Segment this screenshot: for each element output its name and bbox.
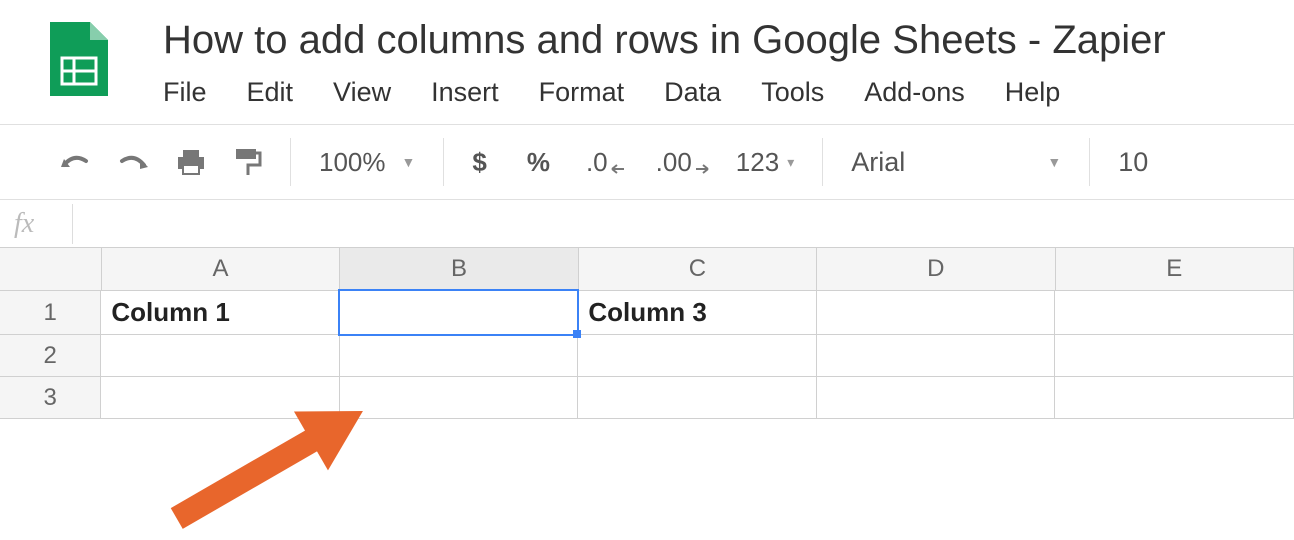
increase-decimal-label: .00 xyxy=(656,147,692,178)
cell-A1[interactable]: Column 1 xyxy=(101,291,340,335)
cell-D3[interactable] xyxy=(817,377,1056,419)
menu-help[interactable]: Help xyxy=(1005,77,1061,108)
font-size-input[interactable]: 10 xyxy=(1118,147,1148,178)
menu-view[interactable]: View xyxy=(333,77,391,108)
cell-B2[interactable] xyxy=(340,335,579,377)
menu-data[interactable]: Data xyxy=(664,77,721,108)
paint-format-button[interactable] xyxy=(234,147,262,177)
spreadsheet-grid: A B C D E 1 Column 1 Column 3 2 3 xyxy=(0,248,1294,419)
font-family-dropdown[interactable]: Arial ▼ xyxy=(851,147,1061,178)
cell-A2[interactable] xyxy=(101,335,340,377)
decrease-decimal-label: .0 xyxy=(586,147,608,178)
row-header-2[interactable]: 2 xyxy=(0,335,101,377)
dropdown-arrow-icon: ▼ xyxy=(1047,154,1061,170)
increase-decimal-button[interactable]: .00 xyxy=(656,147,710,178)
toolbar-separator xyxy=(1089,138,1090,186)
format-currency-button[interactable]: $ xyxy=(472,147,486,178)
menu-bar: File Edit View Insert Format Data Tools … xyxy=(163,77,1294,108)
redo-button[interactable] xyxy=(118,151,148,173)
toolbar-separator xyxy=(290,138,291,186)
format-percent-button[interactable]: % xyxy=(527,147,550,178)
formula-bar: fx xyxy=(0,200,1294,248)
sheets-app-icon[interactable] xyxy=(50,22,108,96)
menu-edit[interactable]: Edit xyxy=(247,77,294,108)
row-header-1[interactable]: 1 xyxy=(0,291,101,335)
cell-D1[interactable] xyxy=(817,291,1056,335)
column-header-B[interactable]: B xyxy=(340,248,578,291)
toolbar: 100% ▼ $ % .0 .00 123 ▾ Arial ▼ 10 xyxy=(0,124,1294,200)
cell-B3[interactable] xyxy=(340,377,579,419)
column-header-A[interactable]: A xyxy=(102,248,340,291)
more-formats-dropdown[interactable]: 123 ▾ xyxy=(736,147,794,178)
cell-B1[interactable] xyxy=(340,291,579,335)
column-header-C[interactable]: C xyxy=(579,248,817,291)
toolbar-separator xyxy=(822,138,823,186)
cell-A3[interactable] xyxy=(101,377,340,419)
menu-insert[interactable]: Insert xyxy=(431,77,499,108)
decrease-decimal-button[interactable]: .0 xyxy=(586,147,626,178)
menu-format[interactable]: Format xyxy=(539,77,625,108)
menu-file[interactable]: File xyxy=(163,77,207,108)
dropdown-arrow-icon: ▼ xyxy=(402,154,416,170)
column-header-D[interactable]: D xyxy=(817,248,1055,291)
cell-C1[interactable]: Column 3 xyxy=(578,291,817,335)
cell-D2[interactable] xyxy=(817,335,1056,377)
cell-C3[interactable] xyxy=(578,377,817,419)
formula-input[interactable] xyxy=(73,200,1294,247)
document-title[interactable]: How to add columns and rows in Google Sh… xyxy=(163,18,1294,63)
cell-E2[interactable] xyxy=(1055,335,1294,377)
menu-addons[interactable]: Add-ons xyxy=(864,77,965,108)
cell-E1[interactable] xyxy=(1055,291,1294,335)
dropdown-arrow-icon: ▾ xyxy=(787,154,794,171)
fx-icon: fx xyxy=(14,208,72,240)
toolbar-separator xyxy=(443,138,444,186)
column-header-E[interactable]: E xyxy=(1056,248,1294,291)
undo-button[interactable] xyxy=(60,151,90,173)
print-button[interactable] xyxy=(176,148,206,176)
font-family-label: Arial xyxy=(851,147,905,178)
menu-tools[interactable]: Tools xyxy=(761,77,824,108)
more-formats-label: 123 xyxy=(736,147,779,178)
cell-C2[interactable] xyxy=(578,335,817,377)
row-header-3[interactable]: 3 xyxy=(0,377,101,419)
zoom-dropdown[interactable]: 100% ▼ xyxy=(319,147,415,178)
zoom-value: 100% xyxy=(319,147,386,178)
select-all-corner[interactable] xyxy=(0,248,102,291)
cell-E3[interactable] xyxy=(1055,377,1294,419)
